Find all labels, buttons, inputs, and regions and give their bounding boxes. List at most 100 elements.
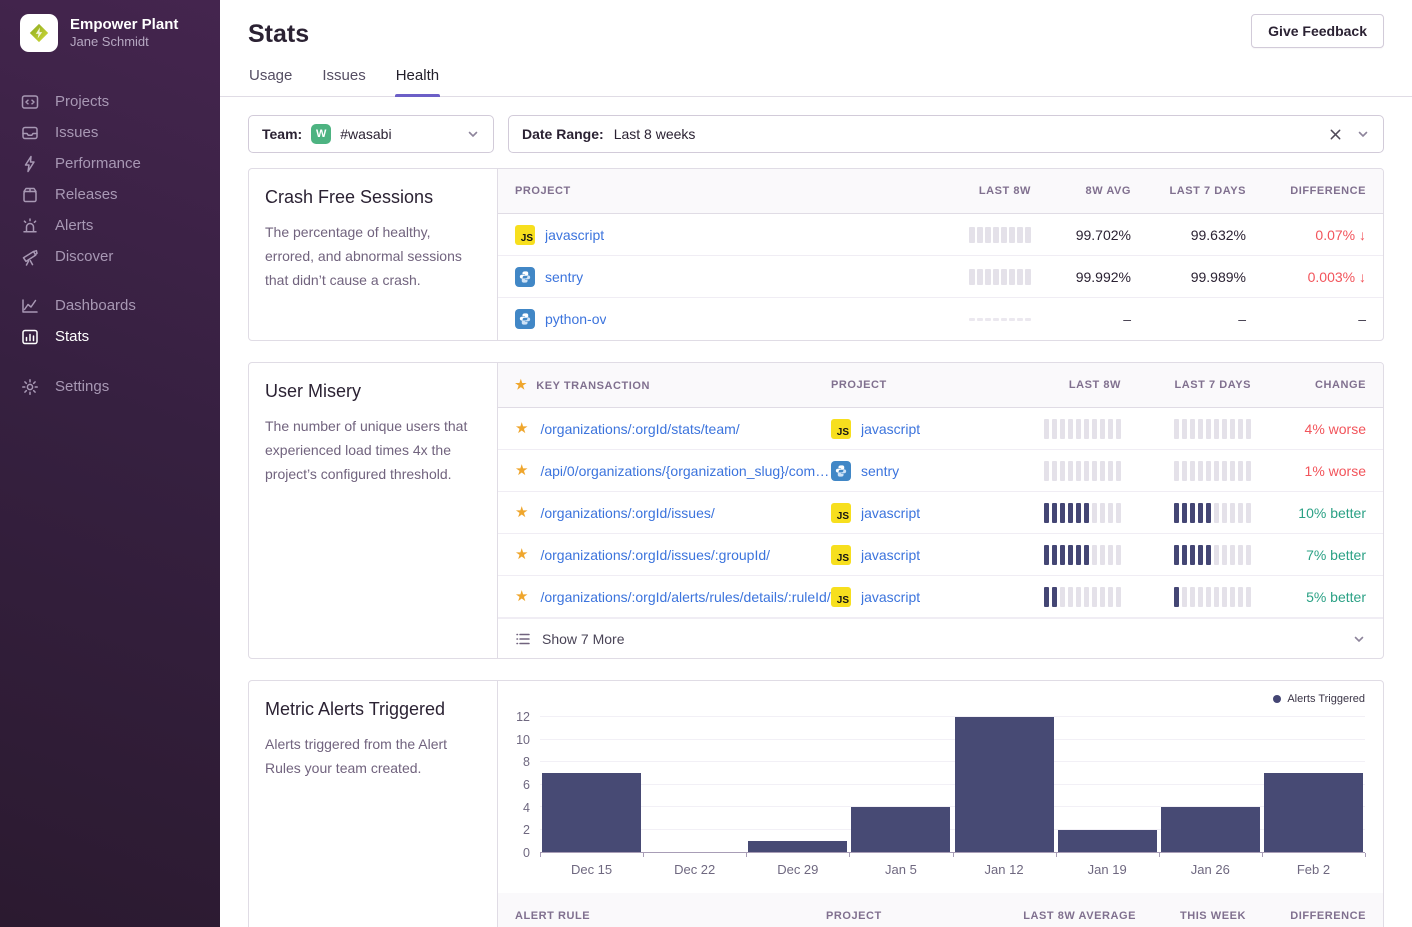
sidebar-item-discover[interactable]: Discover [20, 241, 220, 272]
team-avatar: W [311, 124, 331, 144]
clear-date-icon[interactable] [1329, 128, 1342, 141]
table-row: ★ /organizations/:orgId/stats/team/ JS jav… [498, 408, 1383, 450]
last-7d-value: – [1238, 311, 1246, 327]
key-transaction-star-icon[interactable]: ★ [515, 589, 528, 604]
key-transaction-star-icon[interactable]: ★ [515, 505, 528, 520]
sidebar-item-dashboards[interactable]: Dashboards [20, 290, 220, 321]
change-value: 1% worse [1305, 463, 1366, 479]
transaction-link[interactable]: /organizations/:orgId/stats/team/ [540, 421, 739, 437]
misery-sparkline-8w [1044, 461, 1121, 481]
show-more-button[interactable]: Show 7 More [498, 618, 1383, 658]
user-misery-description: The number of unique users that experien… [265, 414, 481, 486]
col-project: PROJECT [826, 910, 976, 922]
user-misery-card: User Misery The number of unique users t… [248, 362, 1384, 659]
javascript-platform-icon: JS [831, 419, 851, 439]
issues-icon [20, 123, 39, 142]
tab-health[interactable]: Health [395, 63, 440, 96]
key-transaction-star-icon[interactable]: ★ [515, 547, 528, 562]
transaction-link[interactable]: /api/0/organizations/{organization_slug}… [540, 463, 831, 479]
sidebar-item-label: Discover [55, 248, 113, 265]
key-transaction-star-icon[interactable]: ★ [515, 421, 528, 436]
javascript-platform-icon: JS [831, 545, 851, 565]
sidebar-item-projects[interactable]: Projects [20, 86, 220, 117]
project-link[interactable]: javascript [861, 421, 920, 437]
col-difference: DIFFERENCE [1290, 185, 1366, 197]
crash-free-description: The percentage of healthy, errored, and … [265, 220, 481, 292]
sidebar-item-label: Alerts [55, 217, 93, 234]
alerts-chart-ylabels: 024681012 [498, 717, 540, 853]
show-more-label: Show 7 More [542, 631, 624, 647]
metric-alerts-description: Alerts triggered from the Alert Rules yo… [265, 732, 481, 780]
sidebar-item-alerts[interactable]: Alerts [20, 210, 220, 241]
avg-8w-value: 99.702% [1076, 227, 1131, 243]
misery-sparkline-8w [1044, 587, 1121, 607]
project-link[interactable]: javascript [861, 547, 920, 563]
table-row: ★/organizations/:orgId/issues/:groupId/ … [498, 534, 1383, 576]
performance-icon [20, 154, 39, 173]
sidebar-item-settings[interactable]: Settings [20, 371, 220, 402]
chart-legend[interactable]: Alerts Triggered [1273, 693, 1365, 705]
change-value: 10% better [1298, 505, 1366, 521]
projects-icon [20, 92, 39, 111]
sidebar-item-releases[interactable]: Releases [20, 179, 220, 210]
transaction-link[interactable]: /organizations/:orgId/issues/ [540, 505, 714, 521]
alerts-chart-plot [540, 717, 1365, 853]
misery-sparkline-8w [1044, 545, 1121, 565]
sidebar-item-stats[interactable]: Stats [20, 321, 220, 352]
chevron-down-icon [1356, 127, 1370, 141]
list-icon [515, 631, 531, 647]
javascript-platform-icon: JS [831, 587, 851, 607]
col-last-8w: LAST 8W [979, 185, 1031, 197]
alert-rule-table-header: ALERT RULE PROJECT LAST 8W AVERAGE THIS … [498, 893, 1383, 927]
sidebar-item-label: Stats [55, 328, 89, 345]
chevron-down-icon [466, 127, 480, 141]
settings-icon [20, 377, 39, 396]
team-select-value: #wasabi [340, 126, 391, 142]
change-value: 4% worse [1305, 421, 1366, 437]
project-link[interactable]: javascript [861, 505, 920, 521]
filter-bar: Team: W #wasabi Date Range: Last 8 weeks [248, 115, 1384, 153]
sidebar-item-issues[interactable]: Issues [20, 117, 220, 148]
misery-sparkline-8w [1044, 419, 1121, 439]
project-link[interactable]: sentry [861, 463, 899, 479]
change-value: 7% better [1306, 547, 1366, 563]
col-key-transaction: KEY TRANSACTION [536, 380, 650, 392]
sidebar-item-performance[interactable]: Performance [20, 148, 220, 179]
date-range-select[interactable]: Date Range: Last 8 weeks [508, 115, 1384, 153]
table-row: ★/organizations/:orgId/issues/ JSjavascr… [498, 492, 1383, 534]
date-range-value: Last 8 weeks [614, 126, 696, 142]
alerts-icon [20, 216, 39, 235]
arrow-down-icon: ↓ [1359, 269, 1366, 285]
project-link[interactable]: python-ov [545, 311, 606, 327]
transaction-link[interactable]: /organizations/:orgId/alerts/rules/detai… [540, 589, 830, 605]
tab-issues[interactable]: Issues [321, 63, 366, 96]
table-row: JSjavascript 99.702% 99.632% 0.07% ↓ [498, 214, 1383, 256]
crash-sparkline [969, 269, 1031, 285]
avg-8w-value: 99.992% [1076, 269, 1131, 285]
col-alert-rule: ALERT RULE [515, 910, 826, 922]
col-last-8w-average: LAST 8W AVERAGE [1023, 910, 1136, 922]
alerts-chart: Alerts Triggered 024681012 Dec 15Dec 22D… [498, 681, 1383, 877]
crash-table-header: PROJECT LAST 8W 8W AVG LAST 7 DAYS DIFFE… [498, 169, 1383, 214]
table-row: ★ /organizations/:orgId/alerts/rules/deta… [498, 576, 1383, 618]
chevron-down-icon [1352, 632, 1366, 646]
key-transaction-star-icon[interactable]: ★ [515, 463, 528, 478]
metric-alerts-title: Metric Alerts Triggered [265, 699, 481, 720]
difference-value: 0.003% [1308, 269, 1355, 285]
project-link[interactable]: sentry [545, 269, 583, 285]
tab-usage[interactable]: Usage [248, 63, 293, 96]
team-select-label: Team: [262, 126, 302, 142]
difference-value: 0.07% [1315, 227, 1355, 243]
user-misery-title: User Misery [265, 381, 481, 402]
project-link[interactable]: javascript [861, 589, 920, 605]
project-link[interactable]: javascript [545, 227, 604, 243]
sidebar-item-label: Dashboards [55, 297, 136, 314]
transaction-link[interactable]: /organizations/:orgId/issues/:groupId/ [540, 547, 770, 563]
last-7d-value: 99.989% [1191, 269, 1246, 285]
org-switcher[interactable]: Empower Plant Jane Schmidt [20, 14, 220, 52]
misery-sparkline-7d [1174, 461, 1251, 481]
javascript-platform-icon: JS [515, 225, 535, 245]
misery-sparkline-7d [1174, 503, 1251, 523]
team-select[interactable]: Team: W #wasabi [248, 115, 494, 153]
give-feedback-button[interactable]: Give Feedback [1251, 14, 1384, 48]
